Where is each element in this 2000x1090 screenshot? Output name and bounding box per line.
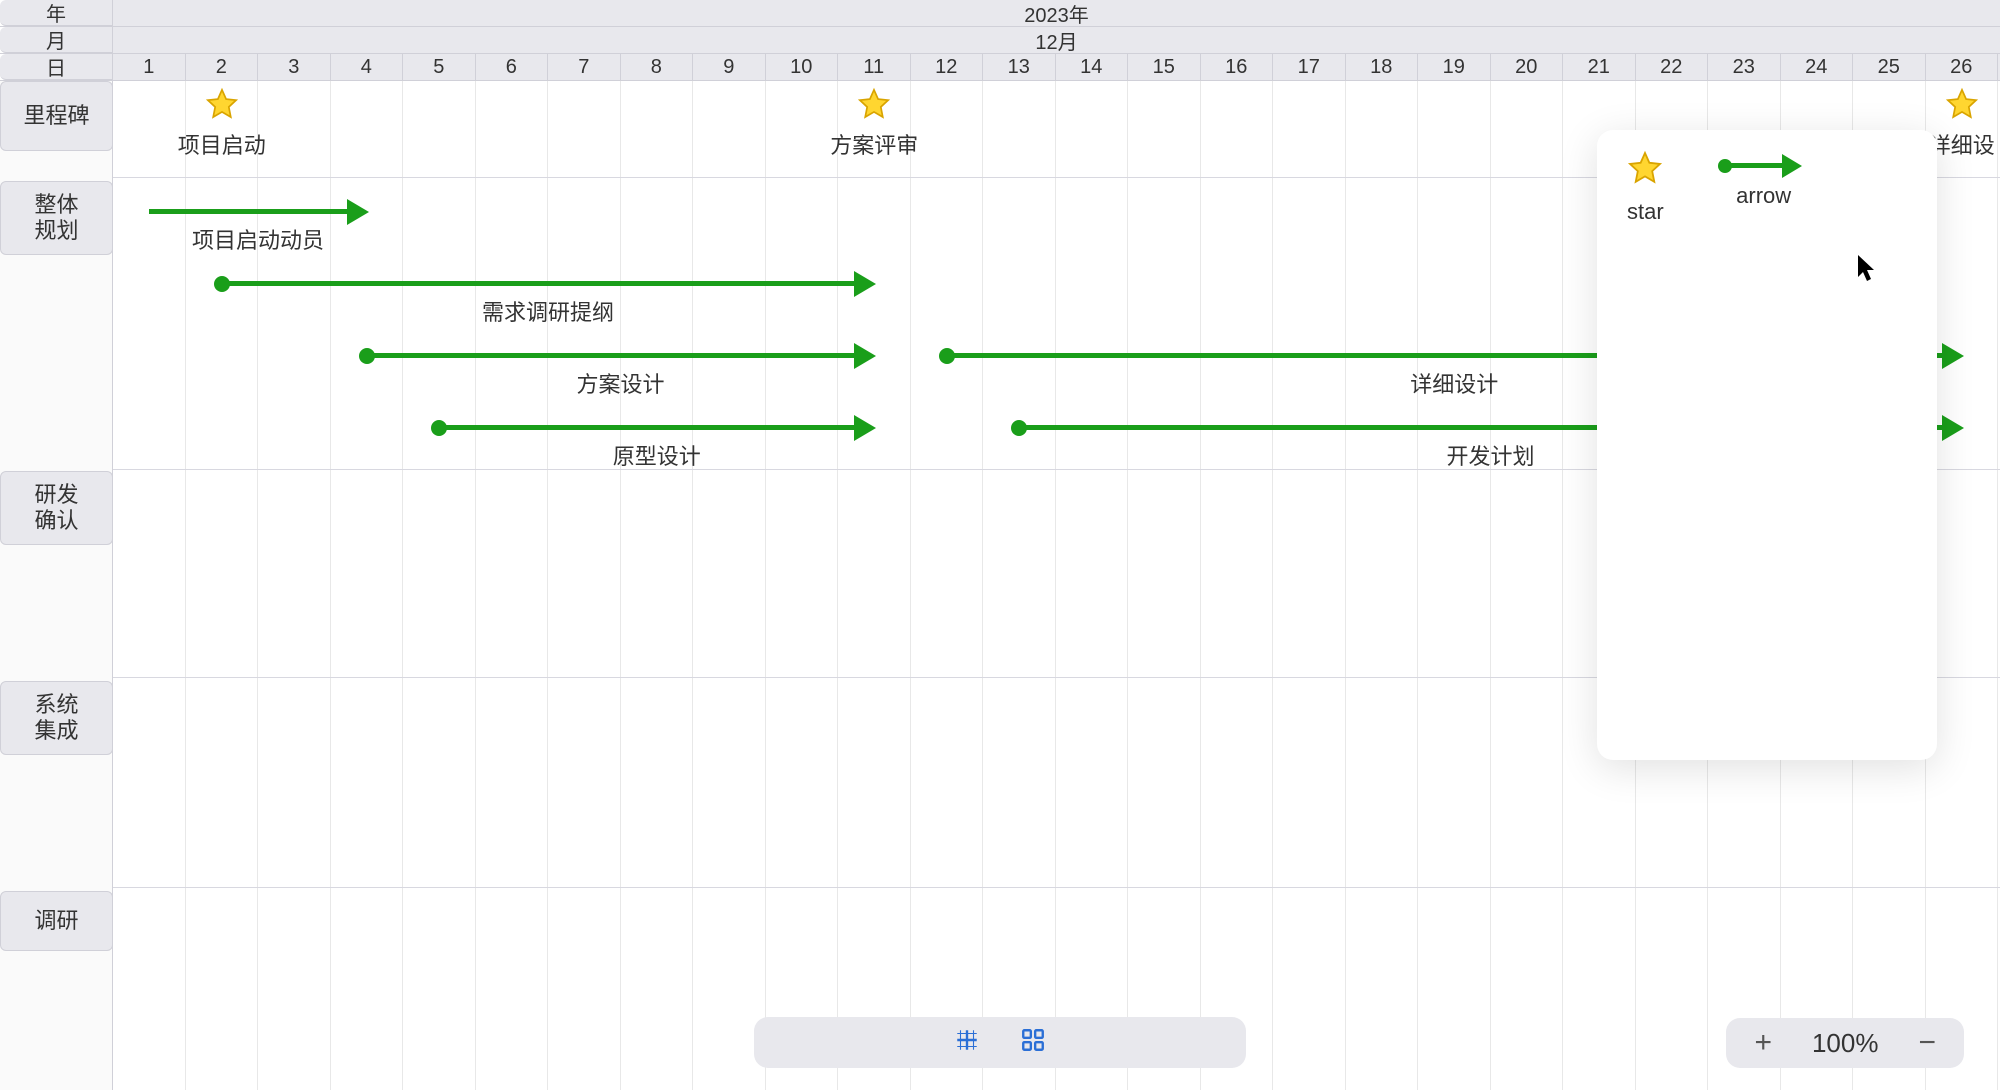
row-labels-column: 里程碑整体 规划研发 确认系统 集成调研 <box>0 81 113 1090</box>
day-cell[interactable]: 15 <box>1128 54 1201 80</box>
gantt-arrow-label: 需求调研提纲 <box>482 295 614 327</box>
day-cell[interactable]: 9 <box>693 54 766 80</box>
milestone[interactable]: 详细设 <box>1929 87 1995 160</box>
day-cell[interactable]: 3 <box>258 54 331 80</box>
modules-icon[interactable] <box>1020 1027 1046 1058</box>
arrow-head-icon <box>347 199 369 225</box>
shape-option-label: star <box>1627 199 1664 225</box>
milestone[interactable]: 项目启动 <box>178 87 266 160</box>
day-cell[interactable]: 24 <box>1781 54 1854 80</box>
month-value[interactable]: 12月 <box>113 27 2000 53</box>
year-value[interactable]: 2023年 <box>113 0 2000 26</box>
day-cell[interactable]: 20 <box>1491 54 1564 80</box>
gantt-arrow[interactable]: 项目启动动员 <box>149 209 367 215</box>
zoom-out-button[interactable]: − <box>1918 1026 1936 1060</box>
zoom-level: 100% <box>1812 1028 1879 1059</box>
day-label: 日 <box>0 54 113 80</box>
day-cell[interactable]: 14 <box>1056 54 1129 80</box>
timeline-header: 年 2023年 月 12月 日 123456789101112131415161… <box>0 0 2000 81</box>
gantt-arrow[interactable]: 需求调研提纲 <box>222 281 875 287</box>
day-cell[interactable]: 8 <box>621 54 694 80</box>
month-label: 月 <box>0 27 113 53</box>
day-cell[interactable]: 18 <box>1346 54 1419 80</box>
day-cell[interactable]: 7 <box>548 54 621 80</box>
swimlane-label[interactable]: 研发 确认 <box>0 471 113 545</box>
gantt-arrow-label: 方案设计 <box>576 367 664 399</box>
day-cell[interactable]: 11 <box>838 54 911 80</box>
swimlane-label[interactable]: 调研 <box>0 891 113 951</box>
bottom-toolbar <box>754 1017 1246 1068</box>
milestone[interactable]: 方案评审 <box>830 87 918 160</box>
arrow-line <box>222 281 857 286</box>
shape-option-star[interactable]: star <box>1627 150 1664 225</box>
grid-icon[interactable] <box>954 1027 980 1058</box>
day-cell[interactable]: 10 <box>766 54 839 80</box>
day-cell[interactable]: 6 <box>476 54 549 80</box>
day-cell[interactable]: 25 <box>1853 54 1926 80</box>
star-icon <box>1945 87 1979 126</box>
zoom-control: + 100% − <box>1726 1018 1964 1068</box>
milestone-label: 项目启动 <box>178 128 266 160</box>
day-cell[interactable]: 5 <box>403 54 476 80</box>
arrow-head-icon <box>1942 343 1964 369</box>
swimlane-label[interactable]: 整体 规划 <box>0 181 113 255</box>
milestone-label: 方案评审 <box>830 128 918 160</box>
day-cell[interactable]: 17 <box>1273 54 1346 80</box>
day-cell[interactable]: 23 <box>1708 54 1781 80</box>
arrow-head-icon <box>1942 415 1964 441</box>
swimlane-label[interactable]: 系统 集成 <box>0 681 113 755</box>
gantt-arrow[interactable]: 方案设计 <box>367 353 875 359</box>
arrow-icon <box>1724 155 1804 175</box>
day-cell[interactable]: 13 <box>983 54 1056 80</box>
day-cell[interactable]: 21 <box>1563 54 1636 80</box>
arrow-line <box>367 353 857 358</box>
arrow-line <box>149 209 349 214</box>
year-label: 年 <box>0 0 113 26</box>
arrow-line <box>439 425 856 430</box>
arrow-head-icon <box>854 271 876 297</box>
day-cell[interactable]: 4 <box>331 54 404 80</box>
day-cell[interactable]: 19 <box>1418 54 1491 80</box>
gantt-arrow-label: 详细设计 <box>1410 367 1498 399</box>
day-cell[interactable]: 2 <box>186 54 259 80</box>
arrow-head-icon <box>854 415 876 441</box>
day-cells: 1234567891011121314151617181920212223242… <box>113 54 2000 80</box>
gantt-arrow-label: 原型设计 <box>613 439 701 471</box>
star-icon <box>1627 150 1663 191</box>
day-cell[interactable]: 1 <box>113 54 186 80</box>
day-cell[interactable]: 22 <box>1636 54 1709 80</box>
day-cell[interactable]: 12 <box>911 54 984 80</box>
day-cell[interactable]: 26 <box>1926 54 1999 80</box>
star-icon <box>205 87 239 126</box>
shape-option-arrow[interactable]: arrow <box>1724 150 1804 209</box>
zoom-in-button[interactable]: + <box>1754 1026 1772 1060</box>
arrow-head-icon <box>854 343 876 369</box>
gantt-arrow[interactable]: 原型设计 <box>439 425 874 431</box>
swimlane-label[interactable]: 里程碑 <box>0 81 113 151</box>
shape-picker-popup[interactable]: star arrow <box>1597 130 1937 760</box>
star-icon <box>857 87 891 126</box>
gantt-arrow-label: 项目启动动员 <box>192 223 324 255</box>
milestone-label: 详细设 <box>1929 128 1995 160</box>
shape-option-label: arrow <box>1736 183 1791 209</box>
gantt-arrow-label: 开发计划 <box>1446 439 1534 471</box>
day-cell[interactable]: 16 <box>1201 54 1274 80</box>
